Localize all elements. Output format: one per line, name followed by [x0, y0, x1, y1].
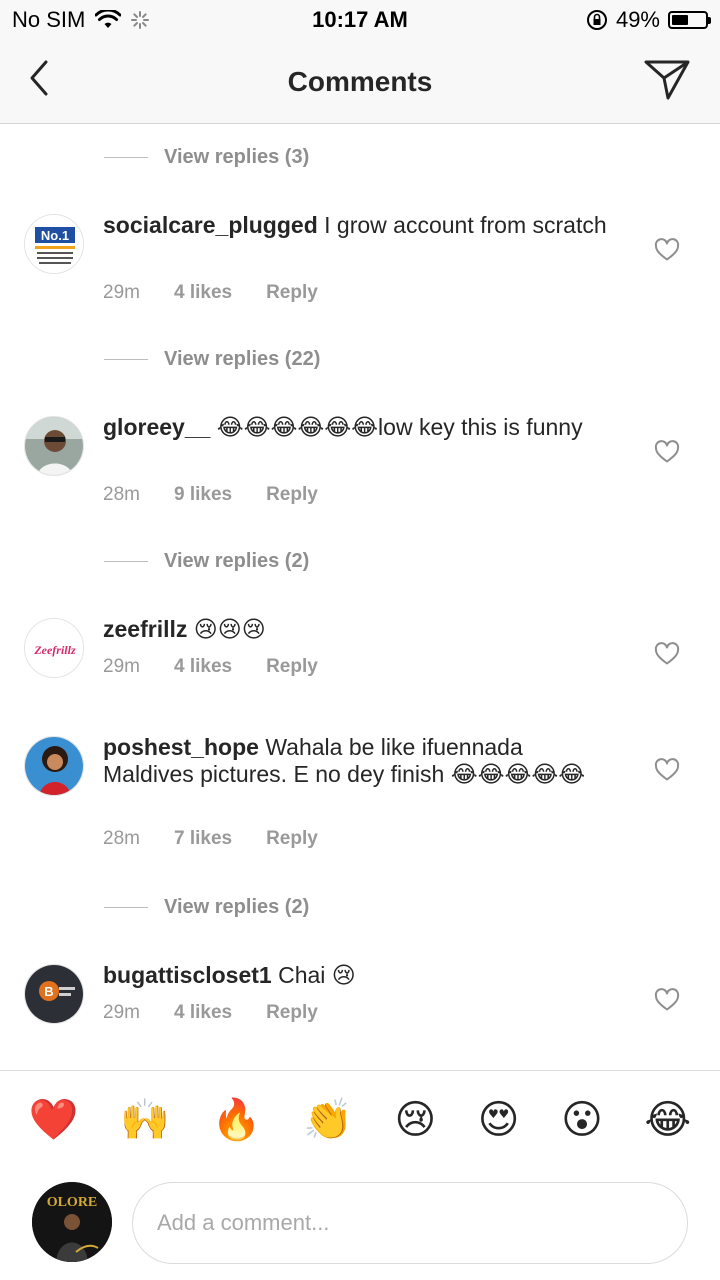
crying-emoji-button[interactable]: 😢 — [394, 1098, 436, 1142]
comment-time: 29m — [103, 1002, 140, 1023]
nav-bar: Comments — [0, 40, 720, 124]
avatar-text: OLORE — [47, 1195, 98, 1210]
comment-username[interactable]: gloreey__ — [103, 414, 210, 440]
direct-send-icon[interactable] — [642, 56, 692, 102]
battery-percent: 49% — [615, 7, 660, 32]
avatar-text: No.1 — [41, 228, 69, 243]
divider-line — [104, 560, 148, 562]
avatar-graphic: Zeefrillz — [25, 619, 83, 677]
avatar-graphic: No.1 — [25, 215, 83, 273]
heart-icon[interactable] — [654, 758, 680, 782]
divider-line — [104, 358, 148, 360]
view-replies-label: View replies (2) — [164, 895, 310, 918]
comment-message: 😢😢😢 — [193, 616, 266, 642]
view-replies-label: View replies (3) — [164, 145, 310, 168]
divider-line — [104, 156, 148, 158]
comment-text: bugattiscloset1 Chai 😢 — [103, 962, 613, 989]
comment-meta: 29m 4 likes Reply — [103, 1002, 352, 1024]
surprised-emoji-button[interactable]: 😮 — [561, 1098, 603, 1142]
comment-username[interactable]: poshest_hope — [103, 734, 259, 760]
comment-meta: 28m 7 likes Reply — [103, 828, 352, 850]
comment-time: 29m — [103, 656, 140, 677]
comment-time: 29m — [103, 282, 140, 303]
battery-icon — [668, 11, 711, 29]
comment-time: 28m — [103, 828, 140, 849]
view-replies-button[interactable]: View replies (3) — [104, 142, 309, 172]
comment-username[interactable]: bugattiscloset1 — [103, 962, 272, 988]
comment-text: socialcare_plugged I grow account from s… — [103, 212, 613, 239]
comment-username[interactable]: socialcare_plugged — [103, 212, 318, 238]
comment-meta: 29m 4 likes Reply — [103, 656, 352, 678]
view-replies-label: View replies (2) — [164, 549, 310, 572]
avatar[interactable] — [24, 416, 84, 476]
comment-likes[interactable]: 7 likes — [174, 828, 232, 850]
laughing-emoji-button[interactable]: 😂 — [644, 1098, 691, 1142]
view-replies-label: View replies (22) — [164, 347, 321, 370]
reply-button[interactable]: Reply — [266, 484, 318, 506]
avatar[interactable]: Zeefrillz — [24, 618, 84, 678]
fire-emoji-button[interactable]: 🔥 — [212, 1098, 262, 1142]
comment-message: I grow account from scratch — [324, 212, 607, 238]
status-right: 49% — [586, 7, 711, 33]
page-title: Comments — [287, 66, 433, 97]
view-replies-button[interactable]: View replies (22) — [104, 344, 320, 374]
heart-eyes-emoji-button[interactable]: 😍 — [478, 1098, 520, 1142]
view-replies-button[interactable]: View replies (2) — [104, 546, 309, 576]
comment-time: 28m — [103, 484, 140, 505]
battery-fill — [672, 15, 688, 25]
comment-text: zeefrillz 😢😢😢 — [103, 616, 613, 643]
comment-meta: 28m 9 likes Reply — [103, 484, 352, 506]
comment-text: gloreey__ 😂😂😂😂😂😂low key this is funny — [103, 414, 613, 441]
comment-message: Chai 😢 — [278, 962, 356, 988]
avatar-graphic — [25, 417, 83, 475]
comment-likes[interactable]: 4 likes — [174, 656, 232, 678]
status-bar: No SIM 10:17 AM 49% — [0, 0, 720, 40]
avatar[interactable] — [24, 736, 84, 796]
clapping-emoji-button[interactable]: 👏 — [303, 1098, 353, 1142]
heart-icon[interactable] — [654, 238, 680, 262]
orientation-lock-icon — [586, 10, 607, 30]
avatar-text: Zeefrillz — [33, 643, 76, 657]
current-user-avatar[interactable]: OLORE — [32, 1182, 112, 1262]
comment-composer: OLORE — [0, 1168, 720, 1280]
comment-username[interactable]: zeefrillz — [103, 616, 187, 642]
comment-message: 😂😂😂😂😂😂low key this is funny — [216, 414, 583, 440]
avatar-graphic — [25, 737, 83, 795]
comment-likes[interactable]: 9 likes — [174, 484, 232, 506]
reply-button[interactable]: Reply — [266, 282, 318, 304]
reply-button[interactable]: Reply — [266, 656, 318, 678]
svg-text:B: B — [44, 984, 53, 999]
comment-input[interactable] — [132, 1182, 688, 1264]
comment-text: poshest_hope Wahala be like ifuennada Ma… — [103, 734, 613, 788]
comment-likes[interactable]: 4 likes — [174, 282, 232, 304]
reply-button[interactable]: Reply — [266, 1002, 318, 1024]
avatar[interactable]: No.1 — [24, 214, 84, 274]
heart-icon[interactable] — [654, 440, 680, 464]
view-replies-button[interactable]: View replies (2) — [104, 892, 309, 922]
avatar-graphic: B — [25, 965, 83, 1023]
heart-emoji-button[interactable]: ❤️ — [29, 1098, 79, 1142]
raised-hands-emoji-button[interactable]: 🙌 — [120, 1098, 170, 1142]
quick-reaction-bar: ❤️ 🙌 🔥 👏 😢 😍 😮 😂 — [0, 1070, 720, 1168]
reply-button[interactable]: Reply — [266, 828, 318, 850]
current-user-avatar-graphic: OLORE — [32, 1182, 112, 1262]
heart-icon[interactable] — [654, 642, 680, 666]
comment-meta: 29m 4 likes Reply — [103, 282, 352, 304]
comment-likes[interactable]: 4 likes — [174, 1002, 232, 1024]
divider-line — [104, 906, 148, 908]
avatar[interactable]: B — [24, 964, 84, 1024]
heart-icon[interactable] — [654, 988, 680, 1012]
